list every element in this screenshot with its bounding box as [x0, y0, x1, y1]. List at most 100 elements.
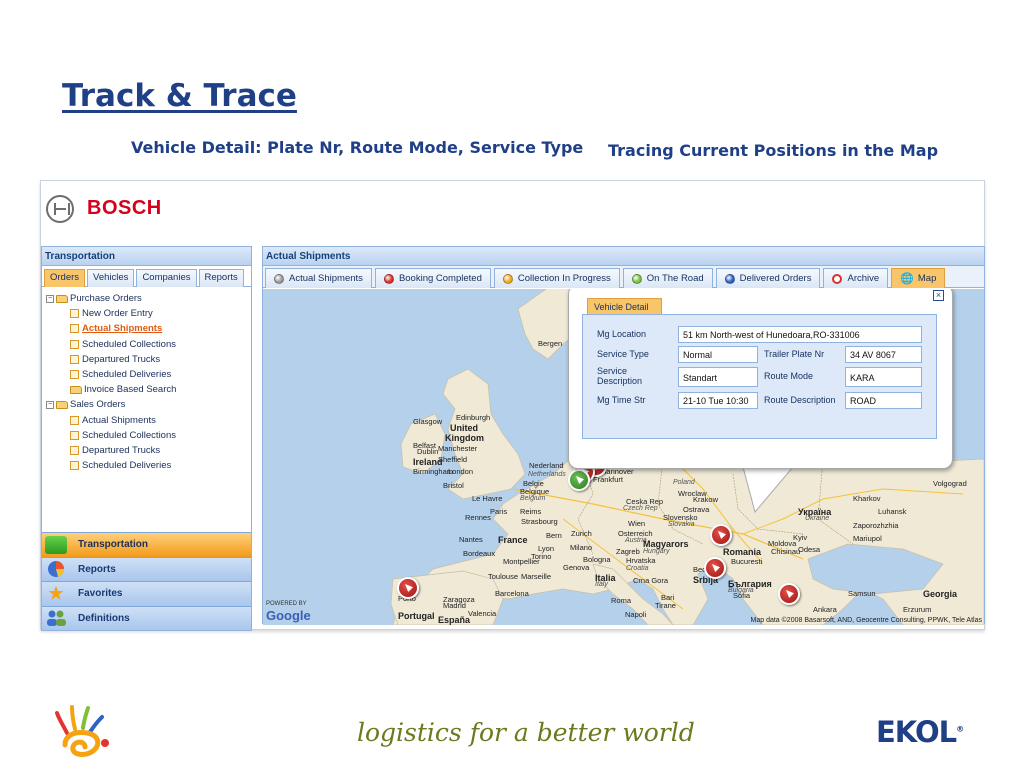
- map-place-label: France: [498, 535, 528, 545]
- tab-archive[interactable]: Archive: [823, 268, 889, 288]
- tree-item[interactable]: Actual Shipments: [46, 321, 247, 336]
- map-place-label: Krakow: [693, 495, 719, 504]
- globe-icon: 🌐: [900, 273, 914, 285]
- users-icon: [42, 608, 70, 628]
- google-logo: Google: [266, 608, 311, 623]
- map-place-label: Roma: [611, 596, 632, 605]
- mg-location-label: Mg Location: [597, 329, 647, 339]
- right-panel-header: Actual Shipments: [263, 247, 984, 266]
- map-place-label: Crna Gora: [633, 576, 669, 585]
- tab-collection-in-progress[interactable]: Collection In Progress: [493, 268, 620, 288]
- tree-item[interactable]: Invoice Based Search: [46, 382, 247, 397]
- tab-orders[interactable]: Orders: [44, 269, 86, 287]
- map-place-label: Sheffield: [438, 455, 468, 464]
- tree-item-label: Sales Orders: [70, 399, 126, 411]
- accordion-reports[interactable]: Reports: [42, 556, 251, 581]
- tree-item-label: Departured Trucks: [82, 444, 161, 456]
- tab-delivered-orders[interactable]: Delivered Orders: [715, 268, 821, 288]
- map-place-label: Manchester: [438, 444, 478, 453]
- trailer-plate-field: 34 AV 8067: [845, 346, 922, 363]
- tab-vehicle-detail[interactable]: Vehicle Detail: [587, 298, 662, 315]
- tab-reports[interactable]: Reports: [198, 269, 244, 287]
- shipment-tabs: Actual Shipments Booking Completed Collect…: [263, 266, 984, 288]
- map-place-label: Edinburgh: [456, 413, 491, 422]
- shipment-marker[interactable]: [397, 577, 419, 599]
- status-dot-icon: [383, 273, 394, 284]
- tree-item[interactable]: Scheduled Deliveries: [46, 367, 247, 382]
- collapse-icon[interactable]: −: [46, 400, 54, 409]
- tree-item[interactable]: Scheduled Collections: [46, 337, 247, 352]
- map-place-label: Nederland: [529, 461, 564, 470]
- status-dot-icon: [631, 273, 642, 284]
- tree-item-label: Scheduled Deliveries: [82, 460, 172, 472]
- map-place-label: Rennes: [465, 513, 491, 522]
- transportation-icon: [42, 535, 70, 555]
- map-place-label: Bordeaux: [463, 549, 496, 558]
- mg-location-field: 51 km North-west of Hunedoara,RO-331006: [678, 326, 922, 343]
- brand-name: BOSCH: [87, 197, 162, 219]
- tab-booking-completed[interactable]: Booking Completed: [374, 268, 491, 288]
- tab-actual-shipments[interactable]: Actual Shipments: [265, 268, 372, 288]
- map-place-label: Genova: [563, 563, 590, 572]
- route-mode-field: KARA: [845, 367, 922, 387]
- service-type-label: Service Type: [597, 349, 649, 359]
- tree-item[interactable]: New Order Entry: [46, 306, 247, 321]
- map-place-label: Montpellier: [503, 557, 540, 566]
- close-icon[interactable]: ×: [933, 290, 944, 301]
- tree-item[interactable]: Departured Trucks: [46, 443, 247, 458]
- left-panel-header: Transportation: [42, 247, 251, 266]
- map-place-label: Mariupol: [853, 534, 882, 543]
- accordion-transportation[interactable]: Transportation: [42, 532, 251, 557]
- archive-icon: [832, 273, 843, 284]
- tree-item[interactable]: Scheduled Collections: [46, 428, 247, 443]
- shipment-marker[interactable]: [710, 524, 732, 546]
- tree-item[interactable]: Departured Trucks: [46, 352, 247, 367]
- map-place-label: Kyiv: [793, 533, 808, 542]
- accordion-favorites[interactable]: ★ Favorites: [42, 581, 251, 606]
- map-place-label: Netherlands: [528, 471, 566, 478]
- collapse-icon[interactable]: −: [46, 294, 54, 303]
- tree-item-label: Scheduled Collections: [82, 429, 177, 441]
- tab-map[interactable]: 🌐 Map: [891, 268, 946, 288]
- map-place-label: Dublin: [417, 447, 439, 456]
- map-place-label: Glasgow: [413, 417, 443, 426]
- vehicle-detail-popup: × Vehicle Detail Mg Location 51 km North…: [568, 289, 953, 469]
- tab-vehicles[interactable]: Vehicles: [87, 269, 135, 287]
- mg-time-label: Mg Time Str: [597, 395, 646, 405]
- map-place-label: Zaporozhzhia: [853, 521, 899, 530]
- page-title: Track & Trace: [62, 78, 297, 114]
- document-icon: [70, 309, 79, 319]
- map-place-label: Birmingham: [413, 467, 454, 476]
- brand-bar: BOSCH: [41, 181, 984, 243]
- document-icon: [70, 339, 79, 349]
- map-place-label: United: [450, 423, 478, 433]
- route-description-field: ROAD: [845, 392, 922, 409]
- accordion-label: Reports: [78, 563, 116, 575]
- tab-companies[interactable]: Companies: [136, 269, 197, 287]
- tree-item-label: Scheduled Deliveries: [82, 369, 172, 381]
- document-icon: [70, 461, 79, 471]
- tree-item[interactable]: − Purchase Orders: [46, 291, 247, 306]
- tree-item[interactable]: − Sales Orders: [46, 397, 247, 412]
- map-place-label: Poland: [673, 479, 695, 486]
- map-place-label: Tirane: [655, 601, 676, 610]
- company-name: EKOL: [876, 715, 957, 749]
- map-place-label: Kingdom: [445, 433, 484, 443]
- tab-on-the-road[interactable]: On The Road: [622, 268, 713, 288]
- tab-label: Map: [917, 273, 937, 284]
- tree-item[interactable]: Actual Shipments: [46, 413, 247, 428]
- map-place-label: Valencia: [468, 609, 497, 618]
- map-view[interactable]: Bergen Glasgow Edinburgh United Kingdom Belfa…: [263, 289, 984, 625]
- shipment-marker[interactable]: [704, 557, 726, 579]
- map-place-label: Napoli: [625, 610, 647, 619]
- accordion-label: Favorites: [78, 588, 123, 600]
- map-place-label: Marseille: [521, 572, 552, 581]
- tree-item[interactable]: Scheduled Deliveries: [46, 458, 247, 473]
- map-place-label: Hrvatska: [626, 556, 656, 565]
- shipment-marker[interactable]: [778, 583, 800, 605]
- tree-item-label: New Order Entry: [82, 308, 153, 320]
- status-dot-icon: [502, 273, 513, 284]
- folder-icon: [56, 294, 68, 303]
- accordion-definitions[interactable]: Definitions: [42, 605, 251, 630]
- shipment-marker[interactable]: [568, 469, 590, 491]
